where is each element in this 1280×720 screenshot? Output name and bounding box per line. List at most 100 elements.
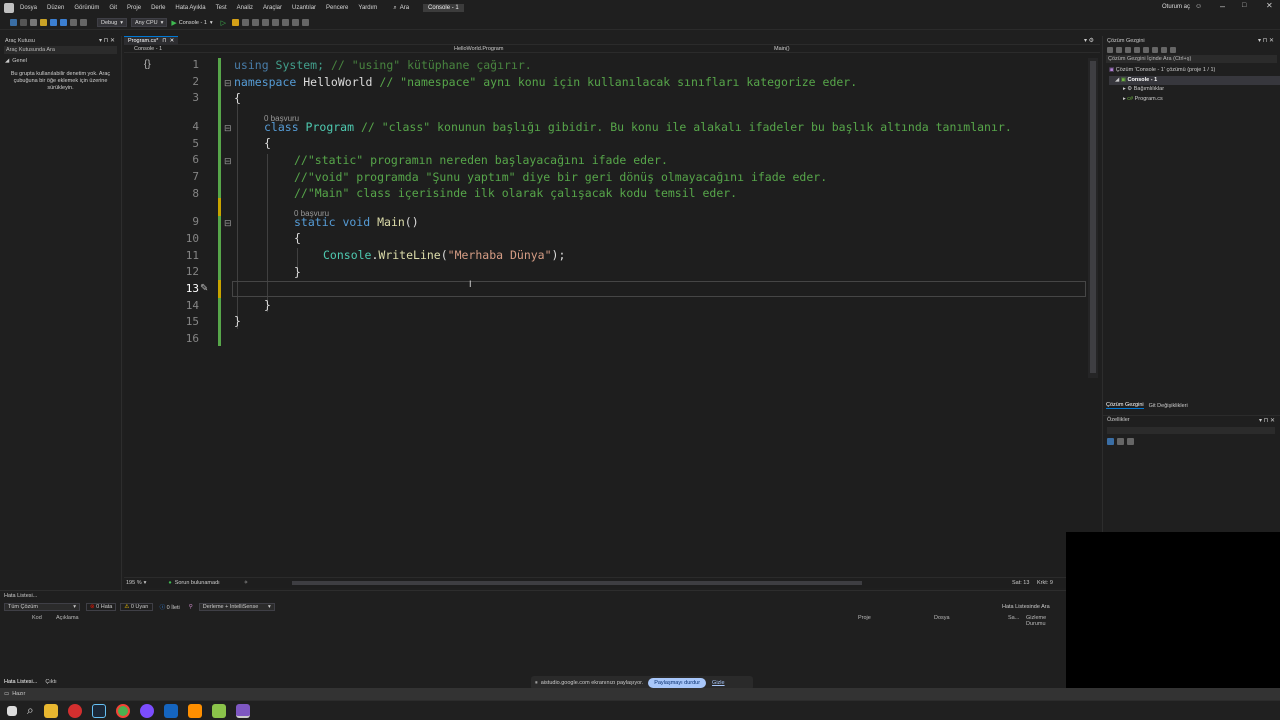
toolbar-tool-6-icon[interactable] — [292, 19, 300, 26]
sync-icon[interactable] — [1125, 46, 1131, 53]
filter-icon[interactable]: ⚲ — [189, 604, 193, 610]
tree-item-solution[interactable]: ▣ Çözüm 'Console - 1' çözümü (proje 1 / … — [1109, 66, 1280, 76]
toolbar-tool-3-icon[interactable] — [262, 19, 270, 26]
solution-explorer-search[interactable]: Çözüm Gezgini İçinde Ara (Ctrl+ş) — [1106, 55, 1277, 63]
column-project[interactable]: Proje — [858, 615, 871, 621]
code-lens-class[interactable]: 0 başvuru — [234, 108, 1012, 123]
zoom-level[interactable]: 195 % — [126, 580, 142, 586]
properties-icon[interactable] — [1161, 46, 1167, 53]
scope-dropdown[interactable]: Tüm Çözüm ▾ — [4, 603, 80, 611]
brush-icon[interactable]: ✎ — [200, 283, 208, 294]
panel-options-icon[interactable]: ▾ ⊓ ✕ — [99, 37, 115, 44]
collapse-icon[interactable]: ⊟ — [224, 123, 232, 134]
redo-icon[interactable] — [80, 19, 87, 26]
minimize-icon[interactable]: – — [1220, 1, 1225, 11]
menu-item-analyze[interactable]: Analiz — [237, 5, 253, 11]
close-icon[interactable]: ✕ — [1266, 1, 1273, 10]
menu-item-tools[interactable]: Araçlar — [263, 5, 282, 11]
horizontal-scrollbar[interactable] — [292, 581, 862, 585]
errors-filter-button[interactable]: ⊗ 0 Hata — [86, 603, 117, 611]
code-actions-icon[interactable]: {} — [144, 59, 151, 70]
new-project-icon[interactable] — [30, 19, 37, 26]
property-pages-icon[interactable] — [1127, 438, 1134, 445]
collapse-icon[interactable]: ⊟ — [224, 78, 232, 89]
tab-git-changes[interactable]: Git Değişiklikleri — [1149, 403, 1188, 409]
build-filter-dropdown[interactable]: Derleme + IntelliSense ▾ — [198, 603, 275, 611]
maximize-icon[interactable]: □ — [1242, 2, 1246, 9]
tab-solution-explorer[interactable]: Çözüm Gezgini — [1106, 402, 1144, 409]
config-dropdown[interactable]: Debug ▾ — [97, 18, 127, 27]
menu-item-project[interactable]: Proje — [127, 5, 141, 11]
scrollbar-thumb[interactable] — [1090, 61, 1096, 373]
search-icon[interactable]: ⌕ — [27, 703, 34, 718]
vlc-icon[interactable] — [187, 703, 202, 718]
steam-icon[interactable] — [91, 703, 106, 718]
code-area[interactable]: using System; // "using" kütüphane çağır… — [234, 58, 1012, 331]
toolbar-tool-1-icon[interactable] — [242, 19, 250, 26]
save-icon[interactable] — [50, 19, 57, 26]
undo-icon[interactable] — [70, 19, 77, 26]
app-icon[interactable] — [163, 703, 178, 718]
issues-status[interactable]: Sorun bulunamadı — [175, 580, 220, 586]
toolbox-search[interactable]: Araç Kutusunda Ara — [4, 46, 117, 54]
toolbar-tool-5-icon[interactable] — [282, 19, 290, 26]
menu-item-help[interactable]: Yardım — [358, 5, 377, 11]
opera-icon[interactable] — [67, 703, 82, 718]
warnings-filter-button[interactable]: ⚠ 0 Uyarı — [120, 603, 153, 611]
visual-studio-icon[interactable] — [235, 703, 250, 718]
run-button[interactable]: ▶ Console - 1 ▾ — [171, 19, 212, 27]
menu-item-file[interactable]: Dosya — [20, 5, 37, 11]
collapse-icon[interactable]: ⊟ — [224, 156, 232, 167]
toolbar-tool-7-icon[interactable] — [302, 19, 310, 26]
member-dropdown[interactable]: Main() — [774, 46, 790, 52]
file-explorer-icon[interactable] — [43, 703, 58, 718]
panel-options-icon[interactable]: ▾ ⊓ ✕ — [1259, 417, 1275, 424]
hot-reload-icon[interactable] — [232, 19, 240, 26]
preview-icon[interactable] — [1170, 46, 1176, 53]
show-all-files-icon[interactable] — [1152, 46, 1158, 53]
menu-item-build[interactable]: Derle — [151, 5, 165, 11]
vertical-scrollbar[interactable] — [1088, 58, 1098, 378]
column-file[interactable]: Dosya — [934, 615, 950, 621]
forward-icon[interactable] — [20, 19, 27, 26]
collapse-icon[interactable]: ⊟ — [224, 218, 232, 229]
toolbar-tool-4-icon[interactable] — [272, 19, 280, 26]
tree-item-project[interactable]: ◢ ▣ Console - 1 — [1109, 75, 1280, 85]
toolbox-group[interactable]: ◢ Genel — [0, 56, 121, 65]
tab-program-cs[interactable]: Program.cs* ⊓ ✕ — [124, 35, 179, 45]
categorized-icon[interactable] — [1107, 438, 1114, 445]
windows-start-icon[interactable] — [7, 705, 17, 716]
properties-dropdown[interactable] — [1107, 427, 1275, 434]
refresh-icon[interactable] — [1134, 46, 1140, 53]
messages-filter-button[interactable]: ⓘ 0 İleti — [157, 603, 183, 611]
open-folder-icon[interactable] — [40, 19, 47, 26]
error-list-search[interactable]: Hata Listesinde Ara — [1002, 604, 1050, 610]
platform-dropdown[interactable]: Any CPU ▾ — [130, 18, 168, 27]
tree-item-dependencies[interactable]: ▸ ⚙ Bağımlılıklar — [1109, 85, 1280, 95]
column-line[interactable]: Sa... — [1008, 615, 1019, 621]
stop-sharing-button[interactable]: Paylaşmayı durdur — [648, 678, 707, 688]
home-icon[interactable] — [1107, 46, 1113, 53]
notepad-icon[interactable] — [211, 703, 226, 718]
menu-item-debug[interactable]: Hata Ayıkla — [175, 5, 205, 11]
chrome-icon[interactable] — [115, 703, 130, 718]
menu-item-git[interactable]: Git — [109, 5, 117, 11]
tab-error-list[interactable]: Hata Listesi... — [4, 679, 37, 685]
tree-item-program-cs[interactable]: ▸ c# Program.cs — [1109, 95, 1280, 105]
hide-button[interactable]: Gizle — [712, 680, 725, 686]
menu-item-view[interactable]: Görünüm — [74, 5, 99, 11]
toolbar-tool-2-icon[interactable] — [252, 19, 260, 26]
run-without-debug-icon[interactable]: ▷ — [221, 19, 226, 27]
tab-output[interactable]: Çıktı — [45, 679, 56, 685]
menu-item-edit[interactable]: Düzen — [47, 5, 64, 11]
signin-link[interactable]: Oturum aç — [1162, 4, 1190, 10]
tab-overflow-icon[interactable]: ▾ ⚙ — [1084, 37, 1094, 44]
pin-icon[interactable]: ⊓ — [162, 38, 166, 44]
alphabetical-icon[interactable] — [1117, 438, 1124, 445]
column-code[interactable]: Kod — [32, 615, 42, 621]
switch-views-icon[interactable] — [1116, 46, 1122, 53]
save-all-icon[interactable] — [60, 19, 67, 26]
collapse-all-icon[interactable] — [1143, 46, 1149, 53]
menu-item-extensions[interactable]: Uzantılar — [292, 5, 316, 11]
panel-options-icon[interactable]: ▾ ⊓ ✕ — [1258, 37, 1274, 44]
